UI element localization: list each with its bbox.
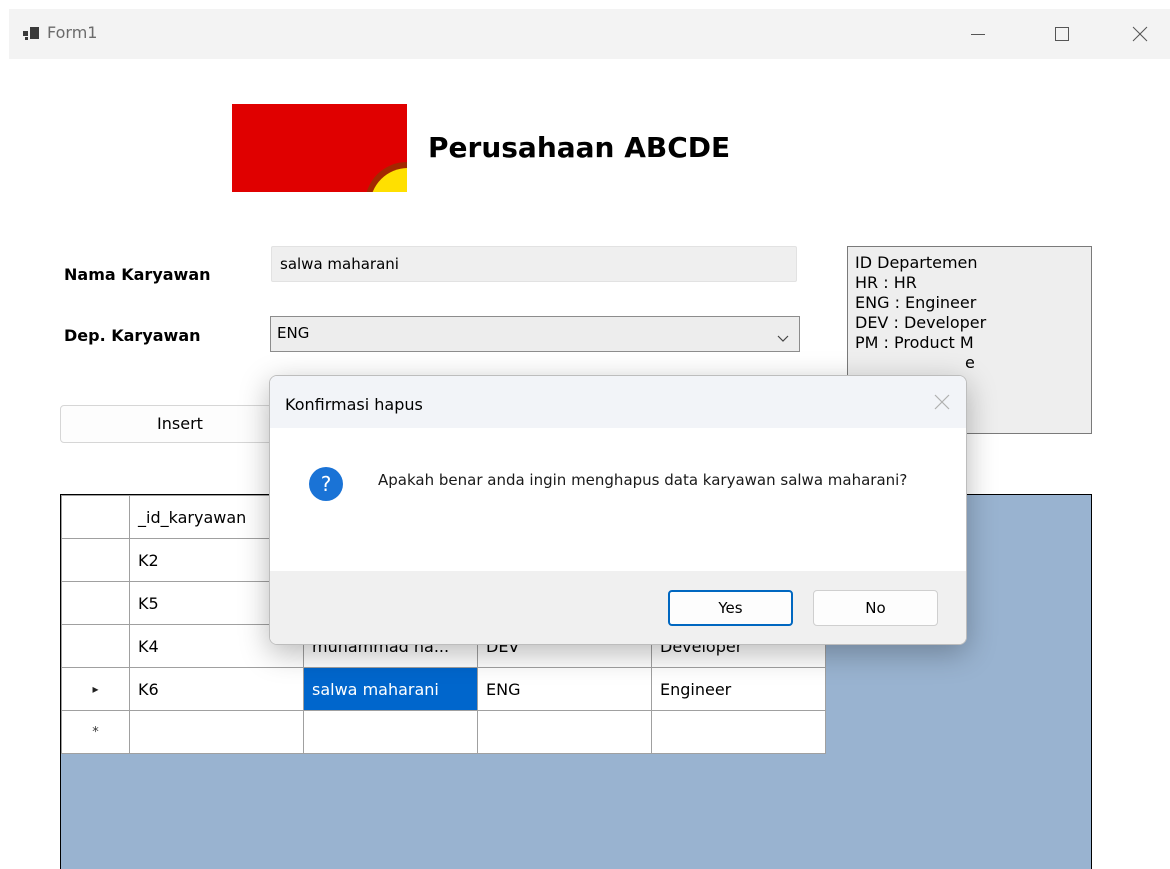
app-icon	[23, 25, 39, 41]
close-icon	[934, 394, 950, 410]
grid-cell[interactable]	[129, 710, 304, 754]
info-line: ID Departemen	[855, 253, 978, 272]
grid-cell[interactable]: K6	[129, 667, 304, 711]
grid-cell-selected[interactable]: salwa maharani	[303, 667, 478, 711]
title-bar[interactable]: Form1	[9, 9, 1170, 59]
maximize-button[interactable]	[1038, 9, 1086, 59]
row-header-corner	[61, 495, 130, 539]
row-header[interactable]	[61, 581, 130, 625]
company-logo	[232, 104, 407, 192]
nama-karyawan-label: Nama Karyawan	[64, 265, 211, 284]
dialog-title-bar[interactable]: Konfirmasi hapus	[270, 376, 966, 428]
chevron-down-icon[interactable]	[777, 329, 789, 347]
info-line: ENG : Engineer	[855, 293, 977, 312]
yes-button[interactable]: Yes	[668, 590, 793, 626]
dep-karyawan-select[interactable]: ENG	[270, 316, 800, 352]
minimize-button[interactable]	[954, 9, 1002, 59]
grid-cell[interactable]: ENG	[477, 667, 652, 711]
info-line: e	[965, 353, 975, 372]
row-header[interactable]	[61, 538, 130, 582]
grid-cell[interactable]: Engineer	[651, 667, 826, 711]
grid-cell[interactable]	[477, 710, 652, 754]
dialog-message: Apakah benar anda ingin menghapus data k…	[378, 471, 908, 489]
maximize-icon	[1055, 27, 1069, 41]
grid-cell[interactable]	[303, 710, 478, 754]
dialog-title: Konfirmasi hapus	[285, 395, 423, 414]
close-icon	[1132, 26, 1148, 42]
question-icon: ?	[308, 466, 344, 502]
dialog-close-button[interactable]	[930, 390, 954, 414]
form1-window: Form1 Perusahaan ABCDE Nama Karyawan sal…	[9, 9, 1170, 869]
info-line: PM : Product M	[855, 333, 974, 352]
company-title: Perusahaan ABCDE	[428, 131, 731, 164]
no-button[interactable]: No	[813, 590, 938, 626]
window-title: Form1	[47, 23, 98, 42]
info-line: HR : HR	[855, 273, 917, 292]
row-header[interactable]	[61, 624, 130, 668]
grid-cell[interactable]	[651, 710, 826, 754]
new-row-indicator[interactable]: *	[61, 710, 130, 754]
confirm-delete-dialog: Konfirmasi hapus ? Apakah benar anda ing…	[269, 375, 967, 645]
minimize-icon	[971, 34, 985, 35]
current-row-indicator[interactable]: ▸	[61, 667, 130, 711]
svg-text:?: ?	[321, 472, 332, 496]
new-row[interactable]: *	[61, 710, 826, 754]
insert-button[interactable]: Insert	[60, 405, 300, 443]
info-line: DEV : Developer	[855, 313, 987, 332]
table-row-selected[interactable]: ▸ K6 salwa maharani ENG Engineer	[61, 667, 826, 711]
dep-karyawan-value: ENG	[277, 324, 310, 342]
close-button[interactable]	[1116, 9, 1164, 59]
nama-karyawan-input[interactable]: salwa maharani	[271, 246, 797, 282]
dialog-footer: Yes No	[270, 571, 966, 644]
dep-karyawan-label: Dep. Karyawan	[64, 326, 201, 345]
